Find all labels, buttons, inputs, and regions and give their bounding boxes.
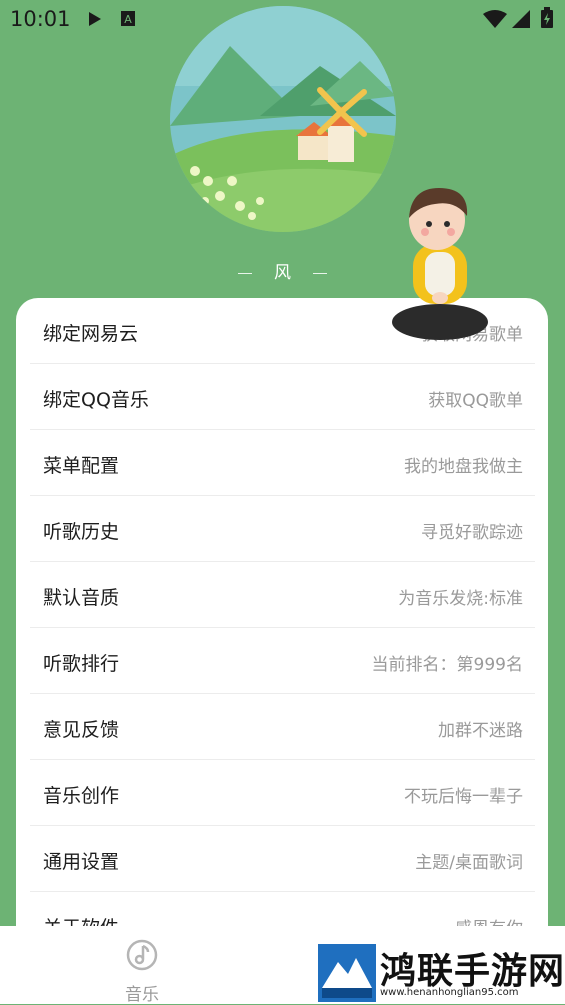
menu-item-menu-config[interactable]: 菜单配置 我的地盘我做主 <box>30 430 535 496</box>
mascot-icon <box>392 188 488 340</box>
menu-item-label: 绑定QQ音乐 <box>43 389 149 411</box>
landscape-avatar-image <box>170 6 396 232</box>
signal-icon <box>512 10 530 28</box>
watermark-logo-icon <box>318 944 376 1002</box>
keyboard-a-icon: A <box>121 11 135 26</box>
menu-item-label: 听歌历史 <box>43 521 120 543</box>
menu-item-feedback[interactable]: 意见反馈 加群不迷路 <box>30 694 535 760</box>
divider <box>238 272 252 274</box>
mascot-figure <box>385 182 495 347</box>
menu-item-value: 当前排名：第999名 <box>371 655 523 675</box>
menu-item-music-creation[interactable]: 音乐创作 不玩后悔一辈子 <box>30 760 535 826</box>
menu-item-bind-qq-music[interactable]: 绑定QQ音乐 获取QQ歌单 <box>30 364 535 430</box>
menu-item-listen-ranking[interactable]: 听歌排行 当前排名：第999名 <box>30 628 535 694</box>
watermark: 鸿联手游网 www.henanhonglian95.com <box>318 942 565 1004</box>
wifi-icon <box>483 10 507 28</box>
menu-item-value: 获取QQ歌单 <box>428 391 523 411</box>
settings-card: 绑定网易云 获取网易歌单 绑定QQ音乐 获取QQ歌单 菜单配置 我的地盘我做主 … <box>16 298 548 938</box>
menu-item-value: 主题/桌面歌词 <box>415 853 523 873</box>
menu-item-general-settings[interactable]: 通用设置 主题/桌面歌词 <box>30 826 535 892</box>
menu-item-value: 加群不迷路 <box>438 721 523 741</box>
watermark-url: www.henanhonglian95.com <box>380 987 519 998</box>
svg-text:A: A <box>124 13 132 26</box>
divider <box>313 272 327 274</box>
menu-item-value: 我的地盘我做主 <box>404 457 523 477</box>
menu-item-value: 不玩后悔一辈子 <box>404 787 523 807</box>
play-icon <box>89 12 101 26</box>
menu-item-label: 绑定网易云 <box>43 323 139 345</box>
status-time: 10:01 <box>10 7 71 31</box>
tab-music-label: 音乐 <box>125 985 159 1005</box>
menu-item-label: 听歌排行 <box>43 653 120 675</box>
music-note-icon <box>126 939 158 971</box>
profile-name: 风 <box>274 263 291 283</box>
menu-item-label: 音乐创作 <box>43 785 120 807</box>
menu-item-listen-history[interactable]: 听歌历史 寻觅好歌踪迹 <box>30 496 535 562</box>
menu-item-label: 通用设置 <box>43 851 120 873</box>
battery-charging-icon <box>541 7 553 28</box>
tab-music[interactable]: 音乐 <box>112 932 172 1005</box>
menu-item-value: 寻觅好歌踪迹 <box>421 523 523 543</box>
menu-item-default-quality[interactable]: 默认音质 为音乐发烧:标准 <box>30 562 535 628</box>
avatar[interactable] <box>170 6 396 232</box>
menu-item-value: 为音乐发烧:标准 <box>398 589 523 609</box>
menu-item-label: 菜单配置 <box>43 455 120 477</box>
menu-item-label: 默认音质 <box>43 587 120 609</box>
menu-item-label: 意见反馈 <box>43 719 120 741</box>
